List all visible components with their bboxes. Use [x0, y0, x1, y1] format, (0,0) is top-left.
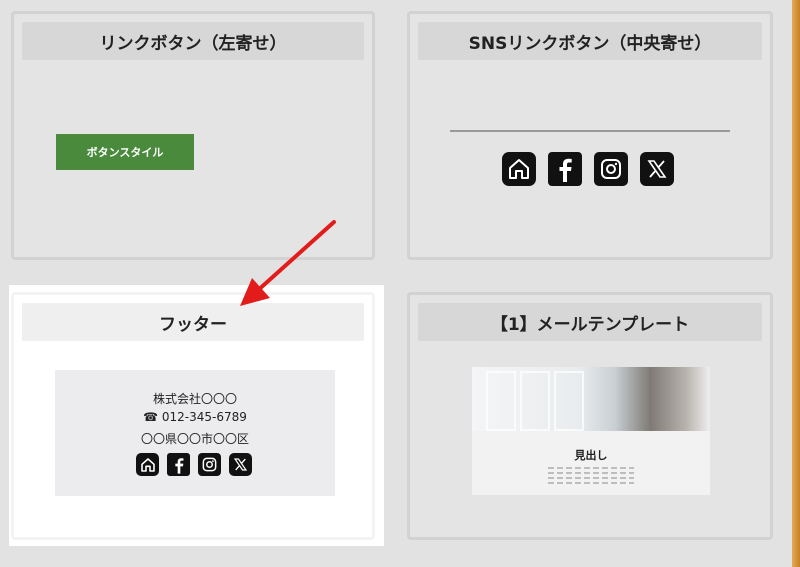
home-icon — [136, 453, 159, 476]
mail-template-preview: 見出し — [472, 367, 710, 495]
address: 〇〇県〇〇市〇〇区 — [140, 432, 249, 446]
phone-number: ☎ 012-345-6789 — [143, 410, 247, 424]
button-style-sample[interactable]: ボタンスタイル — [56, 134, 194, 170]
x-icon — [229, 453, 252, 476]
card-footer[interactable]: フッター 株式会社〇〇〇 ☎ 012-345-6789 〇〇県〇〇市〇〇区 — [11, 292, 375, 540]
x-icon[interactable] — [640, 152, 674, 186]
card-mail-template[interactable]: 【1】メールテンプレート 見出し — [407, 292, 773, 540]
home-icon[interactable] — [502, 152, 536, 186]
preview-heading: 見出し — [574, 449, 608, 462]
footer-icon-row — [136, 453, 252, 476]
card-title: リンクボタン（左寄せ） — [22, 22, 364, 60]
company-name: 株式会社〇〇〇 — [152, 392, 237, 406]
footer-preview: 株式会社〇〇〇 ☎ 012-345-6789 〇〇県〇〇市〇〇区 — [55, 370, 335, 496]
placeholder-text-lines — [548, 467, 634, 487]
header-photo — [472, 367, 710, 431]
card-title: SNSリンクボタン（中央寄せ） — [418, 22, 762, 60]
divider — [450, 130, 730, 132]
instagram-icon — [198, 453, 221, 476]
card-title: 【1】メールテンプレート — [418, 303, 762, 341]
instagram-icon[interactable] — [594, 152, 628, 186]
facebook-icon[interactable] — [548, 152, 582, 186]
card-sns-link-center[interactable]: SNSリンクボタン（中央寄せ） — [407, 11, 773, 260]
facebook-icon — [167, 453, 190, 476]
sns-icon-row — [502, 152, 674, 186]
window-edge — [792, 0, 800, 567]
annotation-arrow — [240, 220, 336, 306]
